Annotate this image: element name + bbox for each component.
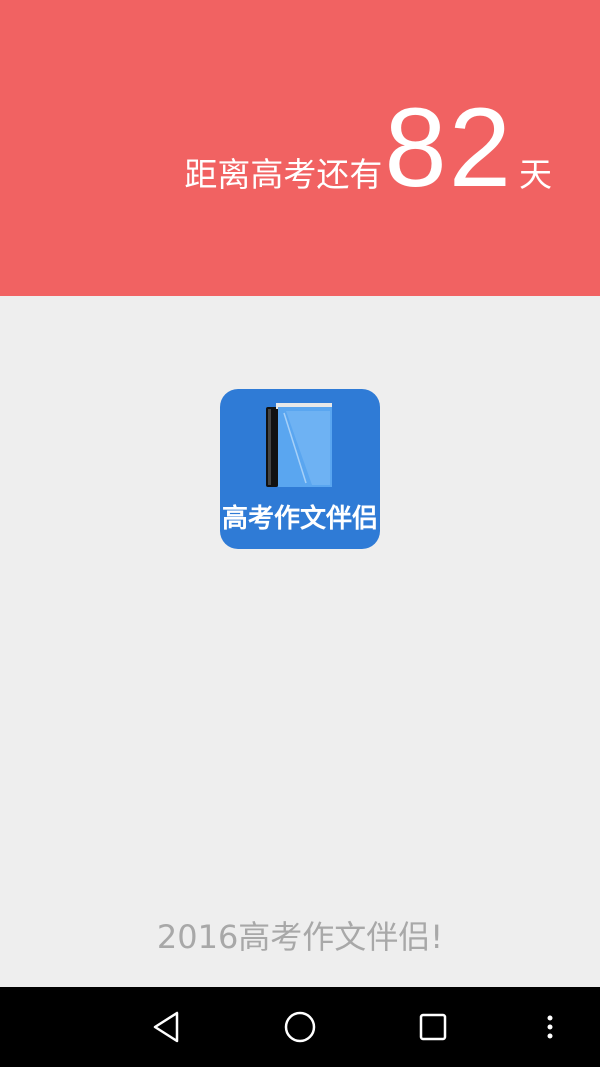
- app-logo: 高考作文伴侣: [220, 389, 380, 549]
- slogan-text: 2016高考作文伴侣!: [156, 918, 444, 956]
- recents-square-icon[interactable]: [413, 1007, 453, 1047]
- overflow-menu-icon[interactable]: [530, 1007, 570, 1047]
- back-triangle-icon[interactable]: [147, 1007, 187, 1047]
- exam-countdown: 距离高考还有 82 天: [184, 92, 552, 204]
- splash-screen: 距离高考还有 82 天 高考作文伴侣 2016高考作文伴侣!: [0, 0, 600, 1067]
- system-navigation-bar: [0, 987, 600, 1067]
- countdown-prefix: 距离高考还有: [184, 155, 383, 194]
- logo-text: 高考作文伴侣: [221, 504, 378, 534]
- countdown-days: 82: [384, 85, 513, 210]
- home-circle-icon[interactable]: [280, 1007, 320, 1047]
- countdown-header: 距离高考还有 82 天: [0, 0, 600, 296]
- book-icon: [266, 403, 332, 487]
- countdown-suffix: 天: [519, 155, 552, 194]
